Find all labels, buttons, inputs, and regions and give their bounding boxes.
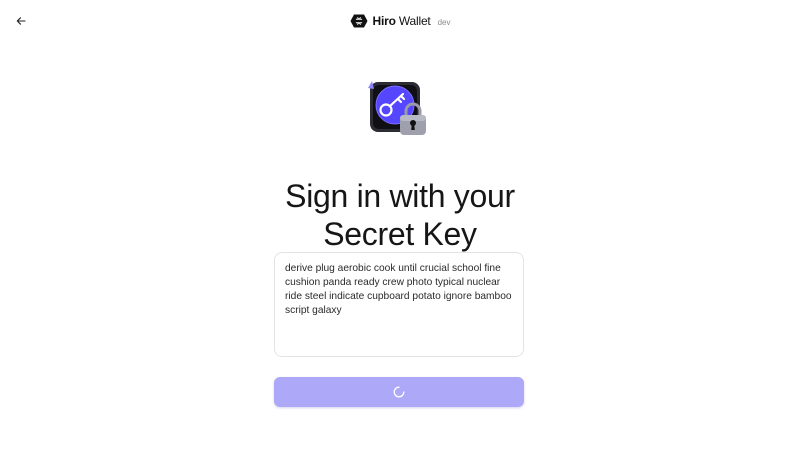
page-title-line-1: Sign in with your: [285, 178, 515, 215]
brand-name-light: Wallet: [398, 14, 431, 28]
brand-name: Hiro Wallet: [373, 14, 431, 28]
brand-name-bold: Hiro: [372, 14, 396, 28]
sign-in-page: Hiro Wallet dev Sign in with your Secret…: [0, 0, 800, 451]
brand-header: Hiro Wallet dev: [0, 12, 800, 30]
page-title: Sign in with your Secret Key: [0, 177, 800, 253]
environment-badge: dev: [437, 18, 451, 27]
secret-key-textarea[interactable]: derive plug aerobic cook until crucial s…: [274, 252, 524, 357]
sign-in-submit-button[interactable]: [274, 377, 524, 407]
page-title-line-2: Secret Key: [323, 216, 477, 253]
hiro-logo-icon: [350, 14, 368, 28]
loading-spinner-icon: [393, 386, 405, 398]
key-lock-icon: [368, 81, 426, 135]
